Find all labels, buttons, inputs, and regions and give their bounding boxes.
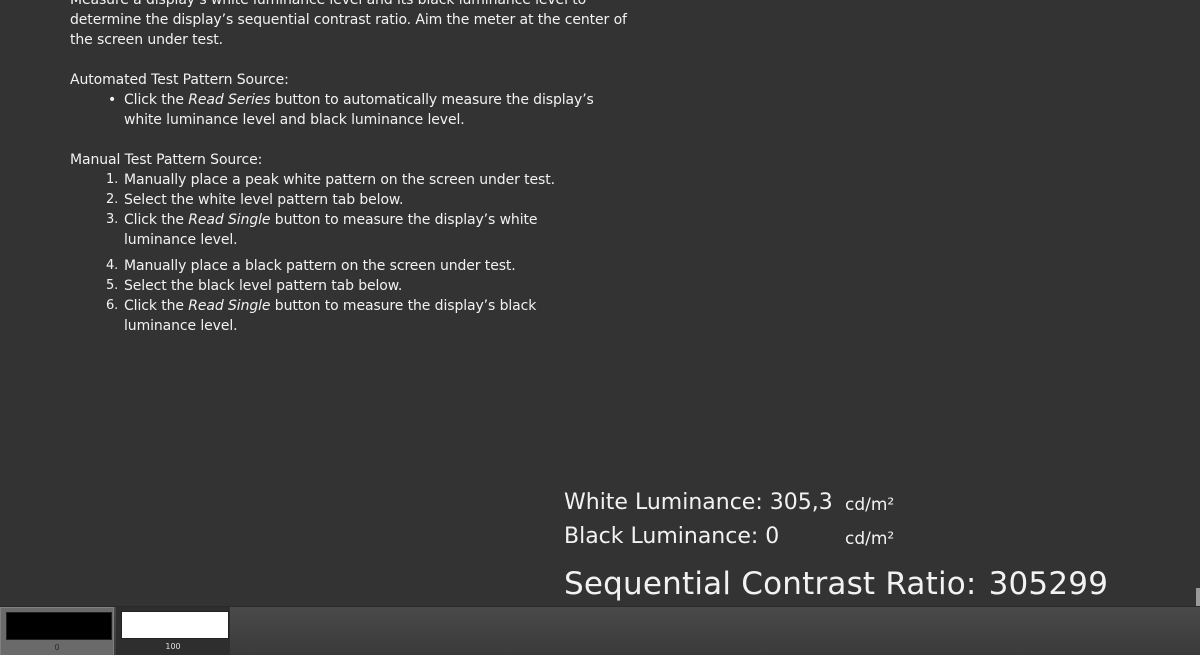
step-number: 4. bbox=[106, 258, 119, 273]
step-text: Manually place a peak white pattern on t… bbox=[124, 172, 555, 188]
read-series-reference: Read Series bbox=[188, 92, 271, 108]
manual-steps: 1. Manually place a peak white pattern on… bbox=[70, 170, 604, 336]
manual-step-6: 6. Click the Read Single button to measur… bbox=[106, 296, 604, 336]
step-number: 6. bbox=[106, 298, 119, 313]
tab-black-level[interactable]: 0 bbox=[0, 607, 114, 655]
step-text: Click the bbox=[124, 212, 189, 228]
contrast-ratio-label: Sequential Contrast Ratio: bbox=[564, 566, 977, 602]
black-luminance-value: 0 bbox=[765, 524, 780, 549]
manual-step-2: 2. Select the white level pattern tab bel… bbox=[106, 190, 604, 210]
step-text: Click the bbox=[124, 92, 189, 108]
step-number: 2. bbox=[106, 192, 119, 207]
intro-line-2: determine the display’s sequential contr… bbox=[70, 12, 627, 28]
contrast-ratio-value: 305299 bbox=[988, 566, 1109, 602]
read-single-reference: Read Single bbox=[188, 212, 271, 228]
black-luminance-row: Black Luminance: 0 cd/m² bbox=[564, 520, 1184, 554]
white-luminance-value: 305,3 bbox=[769, 490, 833, 515]
pattern-tab-bar: 0 100 bbox=[0, 606, 1200, 655]
step-text: Select the white level pattern tab below… bbox=[124, 192, 404, 208]
intro-line-1: Measure a display’s white luminance leve… bbox=[70, 0, 587, 8]
read-single-reference: Read Single bbox=[188, 298, 271, 314]
tab-white-level[interactable]: 100 bbox=[116, 607, 230, 655]
black-pattern-swatch bbox=[6, 612, 112, 640]
manual-section-title: Manual Test Pattern Source: bbox=[70, 152, 263, 168]
step-number: 3. bbox=[106, 212, 119, 227]
automated-section-title: Automated Test Pattern Source: bbox=[70, 72, 289, 88]
intro-line-3: the screen under test. bbox=[70, 32, 224, 48]
manual-step-3: 3. Click the Read Single button to measur… bbox=[106, 210, 604, 250]
step-text: Click the bbox=[124, 298, 189, 314]
black-luminance-unit: cd/m² bbox=[845, 529, 895, 549]
white-pattern-swatch bbox=[121, 611, 229, 639]
tab-label: 0 bbox=[54, 643, 60, 652]
step-number: 5. bbox=[106, 278, 119, 293]
black-luminance-label: Black Luminance: bbox=[564, 524, 759, 549]
white-luminance-unit: cd/m² bbox=[845, 495, 895, 515]
scrollbar-edge[interactable] bbox=[1196, 588, 1200, 606]
step-number: 1. bbox=[106, 172, 119, 187]
manual-step-1: 1. Manually place a peak white pattern on… bbox=[106, 170, 604, 190]
measurement-readouts: White Luminance: 305,3 cd/m² Black Lumin… bbox=[564, 486, 1184, 602]
step-text: Select the black level pattern tab below… bbox=[124, 278, 403, 294]
automated-steps: Click the Read Series button to automati… bbox=[70, 90, 614, 130]
manual-step-5: 5. Select the black level pattern tab bel… bbox=[106, 276, 604, 296]
white-luminance-label: White Luminance: bbox=[564, 490, 763, 515]
manual-step-4: 4. Manually place a black pattern on the … bbox=[106, 256, 604, 276]
automated-step: Click the Read Series button to automati… bbox=[108, 90, 614, 130]
intro-text: Measure a display’s white luminance leve… bbox=[70, 0, 630, 50]
contrast-ratio-panel: Measure a display’s white luminance leve… bbox=[0, 0, 1200, 655]
instructions: Measure a display’s white luminance leve… bbox=[70, 0, 630, 336]
contrast-ratio-readout: Sequential Contrast Ratio: 305299 bbox=[564, 564, 1108, 604]
step-text: Manually place a black pattern on the sc… bbox=[124, 258, 516, 274]
white-luminance-row: White Luminance: 305,3 cd/m² bbox=[564, 486, 1184, 520]
tab-label: 100 bbox=[165, 642, 181, 651]
